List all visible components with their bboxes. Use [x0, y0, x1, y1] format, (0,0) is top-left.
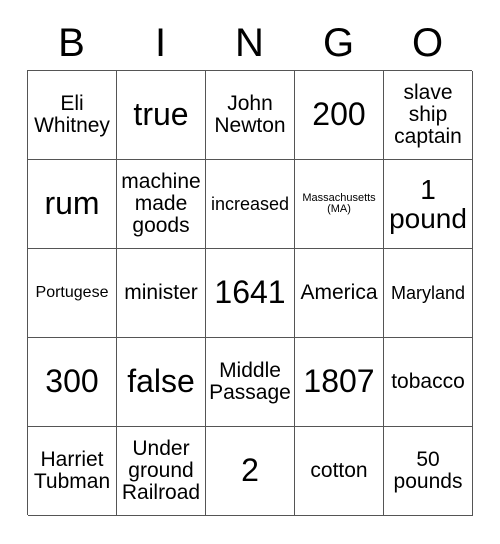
bingo-cell[interactable]: Harriet Tubman: [28, 427, 117, 516]
bingo-cell[interactable]: Under ground Railroad: [117, 427, 206, 516]
bingo-cell[interactable]: John Newton: [206, 71, 295, 160]
bingo-cell[interactable]: Maryland: [384, 249, 473, 338]
bingo-cell-label: Under ground Railroad: [121, 437, 201, 504]
bingo-header-letter-g: G: [322, 21, 355, 65]
bingo-cell-label: 2: [241, 452, 259, 489]
bingo-cell[interactable]: Massachusetts (MA): [295, 160, 384, 249]
bingo-cell-label: increased: [210, 193, 290, 214]
bingo-cell-label: John Newton: [214, 92, 286, 137]
bingo-header-row: B I N G O: [27, 18, 472, 68]
bingo-cell[interactable]: minister: [117, 249, 206, 338]
bingo-header-letter-b: B: [58, 21, 85, 65]
bingo-header-letter-n: N: [235, 21, 264, 65]
bingo-cell-label: true: [133, 96, 189, 133]
bingo-cell-label: Portugese: [35, 283, 109, 301]
bingo-cell[interactable]: America: [295, 249, 384, 338]
bingo-cell[interactable]: cotton: [295, 427, 384, 516]
bingo-cell[interactable]: 50 pounds: [384, 427, 473, 516]
bingo-cell-label: 1641: [214, 274, 286, 311]
bingo-cell-label: 300: [45, 363, 99, 400]
bingo-cell[interactable]: 2: [206, 427, 295, 516]
bingo-cell-label: America: [300, 281, 378, 305]
bingo-cell-label: Eli Whitney: [34, 92, 110, 137]
bingo-header-letter-o: O: [411, 21, 444, 65]
bingo-cell-label: rum: [44, 185, 100, 222]
bingo-cell-label: minister: [124, 281, 198, 305]
bingo-cell-label: 200: [312, 96, 366, 133]
bingo-cell-label: 50 pounds: [393, 448, 463, 493]
bingo-cell-label: tobacco: [391, 370, 465, 394]
bingo-cell-label: 1807: [303, 363, 375, 400]
bingo-cell[interactable]: 1807: [295, 338, 384, 427]
bingo-cell-label: false: [127, 363, 195, 400]
bingo-cell-label: Maryland: [390, 282, 466, 303]
bingo-cell[interactable]: false: [117, 338, 206, 427]
bingo-cell[interactable]: 1641: [206, 249, 295, 338]
bingo-cell[interactable]: Middle Passage: [206, 338, 295, 427]
bingo-header-letter-i: I: [154, 21, 167, 65]
bingo-cell-label: slave ship captain: [394, 81, 462, 148]
bingo-cell-label: Harriet Tubman: [33, 448, 111, 493]
bingo-cell[interactable]: true: [117, 71, 206, 160]
bingo-cell-label: machine made goods: [121, 170, 201, 237]
bingo-cell[interactable]: tobacco: [384, 338, 473, 427]
bingo-cell-label: Middle Passage: [209, 359, 291, 404]
bingo-cell[interactable]: slave ship captain: [384, 71, 473, 160]
bingo-cell[interactable]: 200: [295, 71, 384, 160]
bingo-card: B I N G O Eli Whitney true John Newton 2…: [0, 0, 500, 544]
bingo-cell[interactable]: Eli Whitney: [28, 71, 117, 160]
bingo-cell-label: cotton: [310, 459, 368, 483]
bingo-cell[interactable]: rum: [28, 160, 117, 249]
bingo-cell[interactable]: machine made goods: [117, 160, 206, 249]
bingo-cell[interactable]: 1 pound: [384, 160, 473, 249]
bingo-cell[interactable]: increased: [206, 160, 295, 249]
bingo-cell-label: Massachusetts (MA): [302, 191, 376, 215]
bingo-cell[interactable]: 300: [28, 338, 117, 427]
bingo-cell[interactable]: Portugese: [28, 249, 117, 338]
bingo-grid: Eli Whitney true John Newton 200 slave s…: [27, 70, 473, 516]
bingo-cell-label: 1 pound: [389, 173, 467, 234]
